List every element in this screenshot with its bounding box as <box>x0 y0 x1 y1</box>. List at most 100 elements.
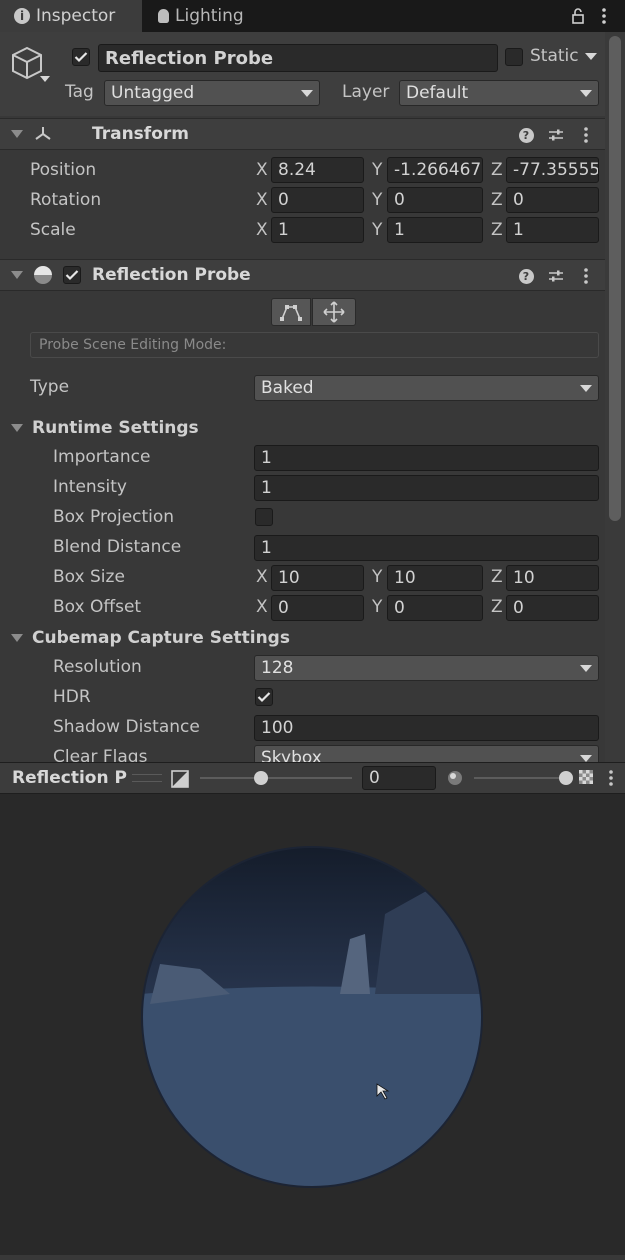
box-size-x-input[interactable]: 10 <box>271 565 364 591</box>
type-value: Baked <box>261 378 314 398</box>
rotation-label: Rotation <box>30 190 102 210</box>
box-offset-x-input[interactable]: 0 <box>271 595 364 621</box>
exposure-slider-thumb[interactable] <box>253 771 268 785</box>
layer-label: Layer <box>342 82 390 102</box>
probe-enabled-checkbox[interactable] <box>63 266 81 284</box>
box-size-label: Box Size <box>53 567 125 587</box>
icon-dropdown-caret-icon[interactable] <box>40 76 50 82</box>
runtime-settings-title[interactable]: Runtime Settings <box>32 418 199 438</box>
active-checkbox[interactable] <box>72 48 90 66</box>
type-dropdown[interactable]: Baked <box>254 375 599 401</box>
tab-lighting[interactable]: Lighting <box>158 0 278 32</box>
blend-distance-input[interactable]: 1 <box>254 535 599 561</box>
rotation-y-input[interactable]: 0 <box>387 187 483 213</box>
reflection-probe-foldout-icon[interactable] <box>11 271 23 279</box>
transform-title: Transform <box>92 124 189 144</box>
scale-x-input[interactable]: 1 <box>271 217 364 243</box>
box-size-y-input[interactable]: 10 <box>387 565 483 591</box>
runtime-foldout-icon[interactable] <box>11 424 23 432</box>
static-dropdown[interactable]: Static <box>530 46 597 66</box>
exposure-slider[interactable] <box>200 777 352 779</box>
intensity-label: Intensity <box>53 477 127 497</box>
exposure-input[interactable]: 0 <box>362 766 436 790</box>
position-z-input[interactable]: -77.35555 <box>506 157 599 183</box>
tab-inspector[interactable]: i Inspector <box>0 0 142 32</box>
layer-value: Default <box>406 83 469 103</box>
axis-y-label: Y <box>372 567 383 587</box>
position-x-input[interactable]: 8.24 <box>271 157 364 183</box>
checker-alpha-icon[interactable] <box>578 769 594 785</box>
scale-z-input[interactable]: 1 <box>506 217 599 243</box>
axis-x-label: X <box>256 220 268 240</box>
box-projection-checkbox[interactable] <box>255 508 273 526</box>
tab-lighting-label: Lighting <box>175 6 244 26</box>
scale-label: Scale <box>30 220 76 240</box>
tag-value: Untagged <box>111 83 195 103</box>
rotation-z-input[interactable]: 0 <box>506 187 599 213</box>
hdr-checkbox[interactable] <box>255 688 273 706</box>
resolution-dropdown[interactable]: 128 <box>254 655 599 681</box>
clear-flags-label: Clear Flags <box>53 747 148 762</box>
scale-y-input[interactable]: 1 <box>387 217 483 243</box>
transform-header[interactable] <box>0 118 605 150</box>
position-y-input[interactable]: -1.266467 <box>387 157 483 183</box>
lock-icon[interactable] <box>568 6 588 26</box>
mip-icon <box>446 769 464 787</box>
gameobject-cube-icon[interactable] <box>10 44 44 82</box>
reflection-probe-title: Reflection Probe <box>92 265 251 285</box>
shadow-distance-input[interactable]: 100 <box>254 715 599 741</box>
axis-x-label: X <box>256 567 268 587</box>
resolution-label: Resolution <box>53 657 142 677</box>
object-name-input[interactable]: Reflection Probe <box>98 44 498 72</box>
capture-foldout-icon[interactable] <box>11 634 23 642</box>
inspector-scrollbar-thumb[interactable] <box>609 36 621 521</box>
mip-slider[interactable] <box>474 777 566 779</box>
edit-bounds-button[interactable] <box>271 298 311 326</box>
axis-y-label: Y <box>372 190 383 210</box>
component-menu-icon[interactable] <box>578 125 594 145</box>
exposure-icon <box>170 769 190 789</box>
component-menu-icon[interactable] <box>578 266 594 286</box>
reflection-probe-icon <box>34 266 52 284</box>
preview-title[interactable]: Reflection P <box>12 768 127 788</box>
intensity-input[interactable]: 1 <box>254 475 599 501</box>
help-icon[interactable]: ? <box>516 125 536 145</box>
layer-dropdown[interactable]: Default <box>399 80 599 106</box>
help-icon[interactable]: ? <box>516 266 536 286</box>
preview-menu-icon[interactable] <box>604 769 618 787</box>
static-caret-icon <box>584 52 597 60</box>
static-label: Static <box>530 46 579 66</box>
box-offset-z-input[interactable]: 0 <box>506 595 599 621</box>
type-label: Type <box>30 377 70 397</box>
edit-bounds-icon <box>280 305 302 321</box>
transform-foldout-icon[interactable] <box>11 130 23 138</box>
box-size-z-input[interactable]: 10 <box>506 565 599 591</box>
drag-handle[interactable] <box>132 774 162 782</box>
transform-icon <box>32 124 54 144</box>
axis-y-label: Y <box>372 160 383 180</box>
rotation-x-input[interactable]: 0 <box>271 187 364 213</box>
importance-input[interactable]: 1 <box>254 445 599 471</box>
presets-icon[interactable] <box>546 125 566 145</box>
static-checkbox[interactable] <box>505 48 523 66</box>
axis-z-label: Z <box>491 160 503 180</box>
box-projection-label: Box Projection <box>53 507 175 527</box>
probe-scene-editing-mode: Probe Scene Editing Mode: <box>30 332 599 358</box>
tag-dropdown[interactable]: Untagged <box>104 80 320 106</box>
clear-flags-dropdown[interactable]: Skybox <box>254 745 599 762</box>
edit-origin-button[interactable] <box>312 298 356 326</box>
importance-label: Importance <box>53 447 151 467</box>
cubemap-capture-settings-title[interactable]: Cubemap Capture Settings <box>32 628 290 648</box>
box-offset-y-input[interactable]: 0 <box>387 595 483 621</box>
tab-bar: i Inspector Lighting <box>0 0 625 32</box>
axis-x-label: X <box>256 597 268 617</box>
preview-area[interactable] <box>0 794 625 1255</box>
hdr-label: HDR <box>53 687 91 707</box>
tab-menu-icon[interactable] <box>596 6 612 26</box>
mip-slider-thumb[interactable] <box>559 771 573 785</box>
presets-icon[interactable] <box>546 266 566 286</box>
resolution-caret-icon <box>580 664 592 672</box>
reflection-probe-header[interactable] <box>0 259 605 291</box>
tag-label: Tag <box>65 82 94 102</box>
layer-caret-icon <box>580 89 592 97</box>
